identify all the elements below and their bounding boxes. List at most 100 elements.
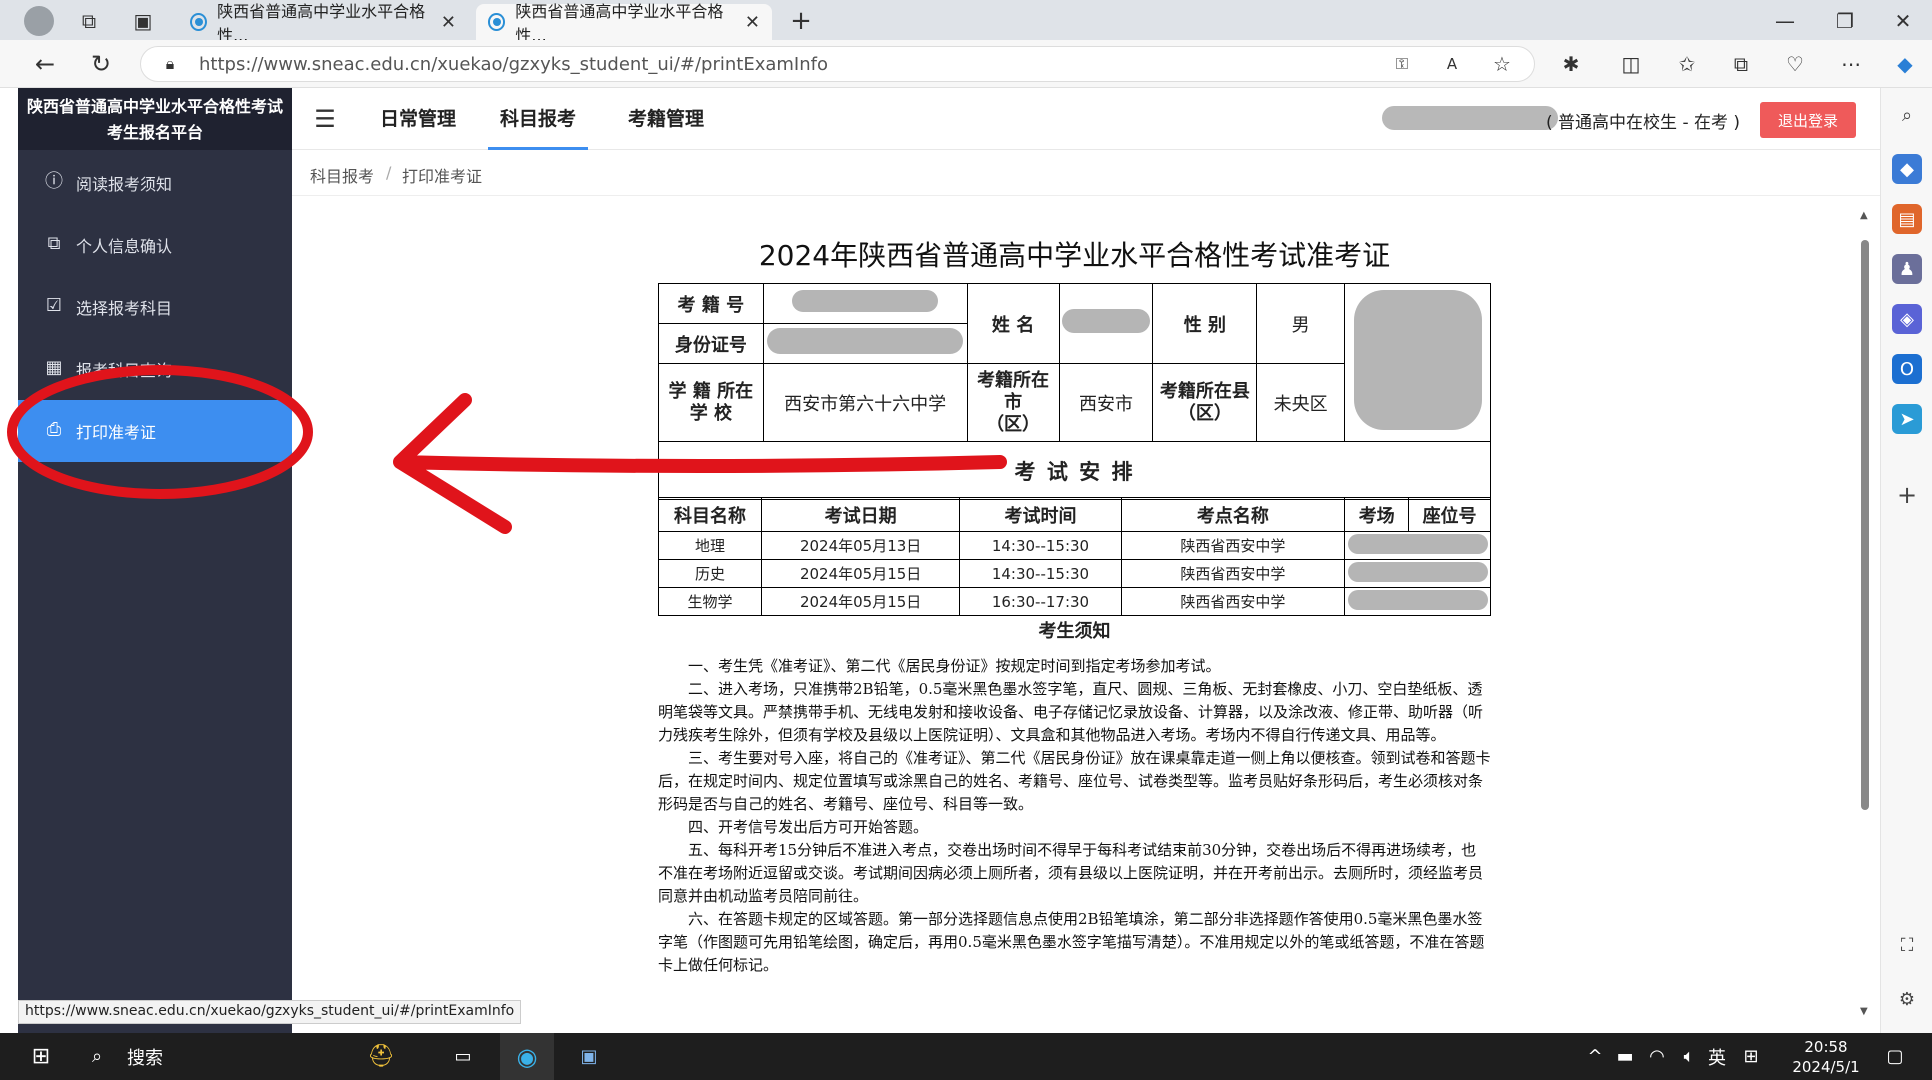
site-favicon-icon <box>190 13 208 31</box>
cell-date: 2024年05月15日 <box>760 587 961 616</box>
col-subject: 科目名称 <box>658 497 762 532</box>
collections-icon[interactable]: ⧉ <box>1726 49 1756 79</box>
copilot-icon[interactable]: ◆ <box>1890 49 1920 79</box>
show-hidden-icons-icon[interactable]: ^ <box>1582 1033 1608 1080</box>
taskbar-search-label[interactable]: 搜索 <box>120 1033 170 1080</box>
browser-tab-active[interactable]: 陕西省普通高中学业水平合格性... ✕ <box>476 2 772 45</box>
platform-title: 陕西省普通高中学业水平合格性考试 考生报名平台 <box>18 88 292 150</box>
menu-collapse-icon[interactable]: ☰ <box>310 104 340 134</box>
workspaces-icon[interactable]: ⧉ <box>74 6 104 36</box>
url-text: https://www.sneac.edu.cn/xuekao/gzxyks_s… <box>199 54 828 75</box>
key-icon[interactable]: ⚿ <box>1389 51 1415 77</box>
keyboard-grid-icon[interactable]: ⊞ <box>1736 1033 1766 1080</box>
redacted-value <box>1061 309 1150 333</box>
close-tab-icon[interactable]: ✕ <box>441 12 456 33</box>
settings-gear-icon[interactable]: ⚙ <box>1892 984 1922 1014</box>
send-icon[interactable]: ➤ <box>1892 404 1922 434</box>
task-view-icon[interactable]: ▭ <box>448 1033 478 1080</box>
copilot-apps-icon[interactable]: ◈ <box>1892 304 1922 334</box>
games-icon[interactable]: ♟ <box>1892 254 1922 284</box>
cell-subject: 地理 <box>658 531 762 560</box>
user-role: ( 普通高中在校生 - 在考 ) <box>1546 113 1741 133</box>
tools-icon[interactable]: ▤ <box>1892 204 1922 234</box>
cell-site: 陕西省西安中学 <box>1120 531 1346 560</box>
split-screen-icon[interactable]: ◫ <box>1616 49 1646 79</box>
sidebar-item-select-subjects[interactable]: ☑ 选择报考科目 <box>18 276 292 338</box>
label-school: 学 籍 所在 学 校 <box>658 363 764 442</box>
info-icon: ⓘ <box>45 171 63 192</box>
menu-subject-registration[interactable]: 科目报考 <box>488 88 589 150</box>
extensions-icon[interactable]: ✱ <box>1556 49 1586 79</box>
sidebar-item-query-subjects[interactable]: ▦ 报考科目查询 <box>18 338 292 400</box>
clock[interactable]: 20:58 2024/5/1 <box>1776 1037 1876 1077</box>
cell-room-seat-redacted <box>1344 559 1491 588</box>
redacted-value <box>792 290 939 312</box>
outlook-icon[interactable]: O <box>1892 354 1922 384</box>
add-app-icon[interactable]: + <box>1892 480 1922 510</box>
refresh-icon[interactable]: ↻ <box>86 49 116 79</box>
back-icon[interactable]: ← <box>30 49 60 79</box>
close-window-icon[interactable]: ✕ <box>1888 6 1918 36</box>
county-value: 未央区 <box>1256 363 1346 442</box>
sidebar-item-notice[interactable]: ⓘ 阅读报考须知 <box>18 152 292 214</box>
cell-room-seat-redacted <box>1344 587 1491 616</box>
windows-start-icon[interactable]: ⊞ <box>26 1033 56 1080</box>
shopping-icon[interactable]: ◆ <box>1892 154 1922 184</box>
platform-title-line2: 考生报名平台 <box>106 123 203 142</box>
new-tab-icon[interactable]: + <box>786 6 816 36</box>
browser-tab[interactable]: 陕西省普通高中学业水平合格性... ✕ <box>178 2 468 45</box>
minimize-icon[interactable]: — <box>1770 6 1800 36</box>
col-site: 考点名称 <box>1120 497 1346 532</box>
sidebar-item-personal-info[interactable]: ⧉ 个人信息确认 <box>18 214 292 276</box>
logout-button[interactable]: 退出登录 <box>1760 102 1856 138</box>
url-field[interactable]: 🔒︎ https://www.sneac.edu.cn/xuekao/gzxyk… <box>140 46 1535 82</box>
remote-desktop-icon[interactable]: ▣ <box>562 1033 616 1080</box>
notice-paragraph: 五、每科开考15分钟后不准进入考点，交卷出场时间不得早于每科考试结束前30分钟，… <box>658 841 1484 905</box>
search-icon[interactable]: ⌕ <box>82 1033 112 1080</box>
breadcrumb-current: 打印准考证 <box>402 167 483 186</box>
more-options-icon[interactable]: ⋯ <box>1836 49 1866 79</box>
menu-record-management[interactable]: 考籍管理 <box>628 88 704 150</box>
volume-icon[interactable]: 🔈︎ <box>1676 1033 1702 1080</box>
scrollbar-thumb[interactable] <box>1861 240 1869 810</box>
redacted-value <box>1347 533 1488 554</box>
candidate-info-table: 考 籍 号 姓 名 性 别 男 身份证号 学 籍 所在 学 校 西安市第六十六中… <box>658 283 1491 500</box>
sidebar-item-label: 阅读报考须知 <box>76 175 173 194</box>
performance-icon[interactable]: ♡ <box>1780 49 1810 79</box>
profile-icon[interactable] <box>24 6 54 36</box>
platform-title-line1: 陕西省普通高中学业水平合格性考试 <box>26 97 283 116</box>
cell-subject: 历史 <box>658 559 762 588</box>
search-icon[interactable]: ⌕ <box>1892 100 1922 130</box>
close-tab-icon[interactable]: ✕ <box>745 12 760 33</box>
notice-paragraph: 一、考生凭《准考证》、第二代《居民身份证》按规定时间到指定考场参加考试。 <box>688 657 1221 675</box>
label-county: 考籍所在县 （区） <box>1152 363 1258 442</box>
read-aloud-icon[interactable]: A <box>1439 51 1465 77</box>
edge-taskbar-icon[interactable]: ◉ <box>500 1033 554 1080</box>
restore-icon[interactable]: ❐ <box>1830 6 1860 36</box>
notice-paragraph: 三、考生要对号入座，将自己的《准考证》、第二代《居民身份证》放在课桌靠走道一侧上… <box>658 749 1491 813</box>
wifi-icon[interactable]: ◠ <box>1644 1033 1670 1080</box>
breadcrumb-item[interactable]: 科目报考 <box>310 163 374 187</box>
menu-daily-management[interactable]: 日常管理 <box>380 88 456 150</box>
app-sidebar: 陕西省普通高中学业水平合格性考试 考生报名平台 ⓘ 阅读报考须知 ⧉ 个人信息确… <box>18 88 292 1033</box>
exam-arrangement-title: 考 试 安 排 <box>658 441 1491 500</box>
notifications-icon[interactable]: ▢ <box>1880 1033 1910 1080</box>
screenshot-icon[interactable]: ⛶ <box>1892 930 1922 960</box>
user-name-redacted <box>1382 106 1558 130</box>
label-gender: 性 别 <box>1152 283 1258 364</box>
battery-icon[interactable]: ▬ <box>1612 1033 1638 1080</box>
favorite-star-icon[interactable]: ☆ <box>1489 51 1515 77</box>
scrollbar-track[interactable]: ▲ ▼ <box>1860 210 1870 1020</box>
name-value <box>1058 283 1154 364</box>
photo-cell <box>1344 283 1491 442</box>
scroll-up-icon[interactable]: ▲ <box>1860 210 1868 221</box>
scroll-down-icon[interactable]: ▼ <box>1860 1006 1868 1017</box>
sidebar-item-label: 选择报考科目 <box>76 299 173 318</box>
sidebar-item-label: 报考科目查询 <box>76 361 173 380</box>
favorites-icon[interactable]: ✩ <box>1672 49 1702 79</box>
sidebar-item-print-ticket[interactable]: ⎙ 打印准考证 <box>18 400 292 462</box>
lock-icon[interactable]: 🔒︎ <box>157 51 183 77</box>
ime-indicator[interactable]: 英 <box>1702 1033 1732 1080</box>
redacted-value <box>767 328 964 354</box>
tab-actions-icon[interactable]: ▣ <box>128 6 158 36</box>
